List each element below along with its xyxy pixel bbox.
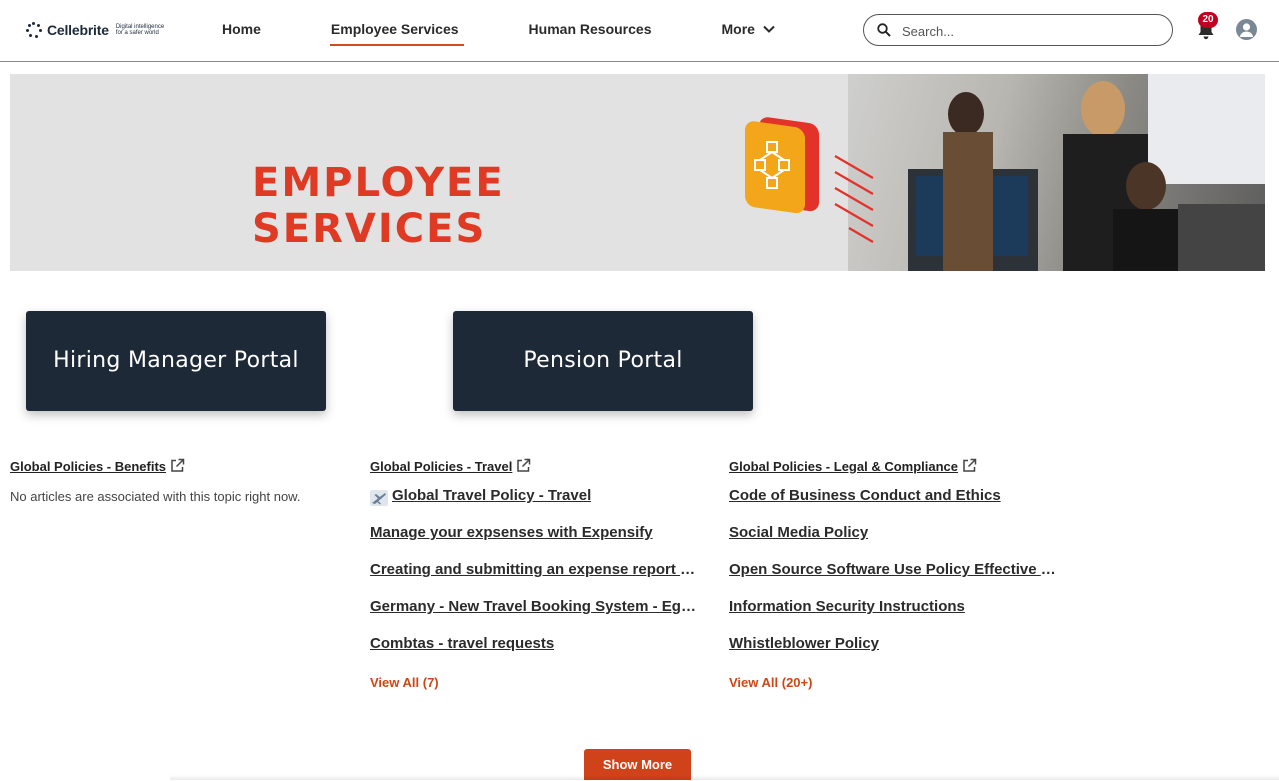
nav-human-resources[interactable]: Human Resources <box>529 0 652 62</box>
nav-more[interactable]: More <box>721 0 775 62</box>
article-link[interactable]: Global Travel Policy - Travel <box>392 487 591 504</box>
chevron-down-icon <box>763 26 775 34</box>
user-avatar-icon[interactable] <box>1236 19 1257 40</box>
footer-divider <box>170 775 1279 780</box>
list-item: Open Source Software Use Policy Effectiv… <box>729 561 1064 598</box>
list-item: Information Security Instructions <box>729 598 1064 635</box>
list-item: Social Media Policy <box>729 524 1064 561</box>
article-link[interactable]: Social Media Policy <box>729 524 868 541</box>
benefits-heading-link[interactable]: Global Policies - Benefits <box>10 459 166 474</box>
benefits-column: Global Policies - Benefits No articles a… <box>10 458 350 504</box>
article-link[interactable]: Open Source Software Use Policy Effectiv… <box>729 561 1059 578</box>
list-item: Manage your expsenses with Expensify <box>370 524 700 561</box>
network-graphic-icon <box>745 117 874 243</box>
legal-compliance-heading-link[interactable]: Global Policies - Legal & Compliance <box>729 459 958 474</box>
article-link[interactable]: Creating and submitting an expense repor… <box>370 561 700 578</box>
article-link[interactable]: Information Security Instructions <box>729 598 965 615</box>
search-box[interactable] <box>863 14 1173 46</box>
travel-column: Global Policies - Travel Global Travel P… <box>370 458 700 692</box>
list-item: Germany - New Travel Booking System - Eg… <box>370 598 700 635</box>
logo-tagline: Digital intelligence for a safer world <box>115 24 165 36</box>
logo-name: Cellebrite <box>47 22 109 38</box>
empty-topic-message: No articles are associated with this top… <box>10 489 301 504</box>
search-input[interactable] <box>902 21 1162 41</box>
main-nav: Home Employee Services Human Resources M… <box>222 0 845 62</box>
legal-article-list: Code of Business Conduct and Ethics Soci… <box>729 487 1064 672</box>
banner-photo <box>848 74 1265 271</box>
article-link[interactable]: Combtas - travel requests <box>370 635 554 652</box>
external-link-icon[interactable] <box>170 458 185 473</box>
search-icon <box>877 23 891 37</box>
nav-home[interactable]: Home <box>222 0 261 62</box>
user-silhouette-icon <box>1239 23 1254 37</box>
logo-dots-icon <box>26 22 42 38</box>
article-link[interactable]: Germany - New Travel Booking System - Eg… <box>370 598 700 615</box>
pension-portal-tile[interactable]: Pension Portal <box>453 311 753 411</box>
people-at-computer-image <box>908 74 1265 271</box>
cellebrite-logo[interactable]: Cellebrite Digital intelligence for a sa… <box>26 18 166 42</box>
article-link[interactable]: Manage your expsenses with Expensify <box>370 524 653 541</box>
list-item: Global Travel Policy - Travel <box>370 487 700 524</box>
travel-view-all-link[interactable]: View All (7) <box>370 675 439 690</box>
nav-employee-services[interactable]: Employee Services <box>329 0 464 62</box>
list-item: Whistleblower Policy <box>729 635 1064 672</box>
legal-view-all-link[interactable]: View All (20+) <box>729 675 812 690</box>
list-item: Combtas - travel requests <box>370 635 700 672</box>
employee-services-banner: EMPLOYEE SERVICES <box>10 74 1265 271</box>
travel-article-list: Global Travel Policy - Travel Manage you… <box>370 487 700 672</box>
airplane-icon <box>370 490 388 506</box>
site-header: Cellebrite Digital intelligence for a sa… <box>0 0 1279 62</box>
legal-compliance-column: Global Policies - Legal & Compliance Cod… <box>729 458 1064 692</box>
notification-badge[interactable]: 20 <box>1198 12 1218 28</box>
list-item: Code of Business Conduct and Ethics <box>729 487 1064 524</box>
travel-heading-link[interactable]: Global Policies - Travel <box>370 459 512 474</box>
banner-title: EMPLOYEE SERVICES <box>252 160 505 252</box>
hiring-manager-portal-tile[interactable]: Hiring Manager Portal <box>26 311 326 411</box>
list-item: Creating and submitting an expense repor… <box>370 561 700 598</box>
external-link-icon[interactable] <box>962 458 977 473</box>
external-link-icon[interactable] <box>516 458 531 473</box>
article-link[interactable]: Code of Business Conduct and Ethics <box>729 487 1001 504</box>
article-link[interactable]: Whistleblower Policy <box>729 635 879 652</box>
